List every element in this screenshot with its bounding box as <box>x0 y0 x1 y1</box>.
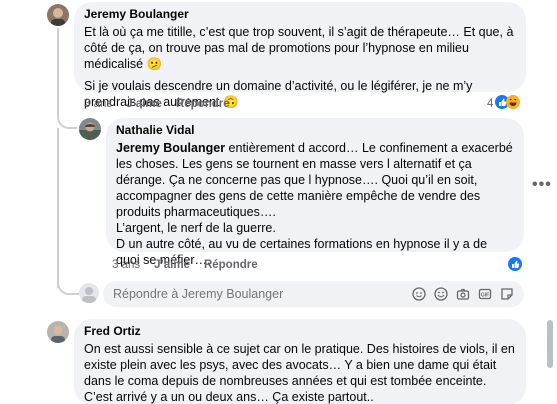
reply-box: GIF <box>103 281 524 307</box>
haha-reaction-icon <box>506 95 521 112</box>
comment-timestamp[interactable]: 3 ans <box>84 98 112 110</box>
svg-text:GIF: GIF <box>481 292 489 298</box>
thread-connector <box>57 128 59 288</box>
scrollbar-thumb[interactable] <box>547 320 553 368</box>
avatar-nathalie[interactable] <box>79 118 101 140</box>
avatar-current-user <box>79 283 99 303</box>
avatar-jeremy[interactable] <box>47 4 69 26</box>
comment-paragraph: Et là où ça me titille, c’est que trop s… <box>84 25 514 71</box>
comment-paragraph: L’argent, le nerf de la guerre. <box>116 221 276 235</box>
camera-icon[interactable] <box>456 287 470 301</box>
like-button[interactable]: J’aime <box>154 259 190 271</box>
comment-author[interactable]: Fred Ortiz <box>84 324 516 338</box>
comment-actions: 3 ans J’aime Répondre <box>112 259 258 271</box>
thread-connector <box>57 28 77 129</box>
avatar-sticker-icon[interactable] <box>412 287 426 301</box>
avatar-fred[interactable] <box>47 321 69 343</box>
comment-bubble-jeremy: Jeremy Boulanger Et là où ça me titille,… <box>74 2 526 109</box>
comment-author[interactable]: Jeremy Boulanger <box>84 7 516 21</box>
reply-button[interactable]: Répondre <box>176 98 230 110</box>
like-button[interactable]: J’aime <box>126 98 162 110</box>
comment-actions: 3 ans J’aime Répondre <box>84 98 230 110</box>
comment-author[interactable]: Nathalie Vidal <box>116 123 514 137</box>
comment-bubble-fred: Fred Ortiz On est aussi sensible à ce su… <box>74 319 526 404</box>
reaction-count: 4 <box>487 97 494 110</box>
comment-paragraph: On est aussi sensible à ce sujet car on … <box>84 342 515 404</box>
like-reaction-icon[interactable] <box>508 257 522 276</box>
comment-paragraph: Jeremy Boulanger entièrement d accord… L… <box>116 140 514 220</box>
reply-input[interactable] <box>113 287 412 301</box>
gif-icon[interactable]: GIF <box>478 287 492 301</box>
comment-timestamp[interactable]: 3 ans <box>112 259 140 271</box>
more-options-button[interactable]: ••• <box>532 176 552 194</box>
comment-bubble-nathalie: Nathalie Vidal Jeremy Boulanger entièrem… <box>106 118 524 267</box>
reply-button[interactable]: Répondre <box>204 259 258 271</box>
emoji-icon[interactable] <box>434 287 448 301</box>
reaction-summary[interactable]: 4 <box>487 95 521 112</box>
sticker-icon[interactable] <box>500 287 514 301</box>
mention-link[interactable]: Jeremy Boulanger <box>116 141 225 155</box>
